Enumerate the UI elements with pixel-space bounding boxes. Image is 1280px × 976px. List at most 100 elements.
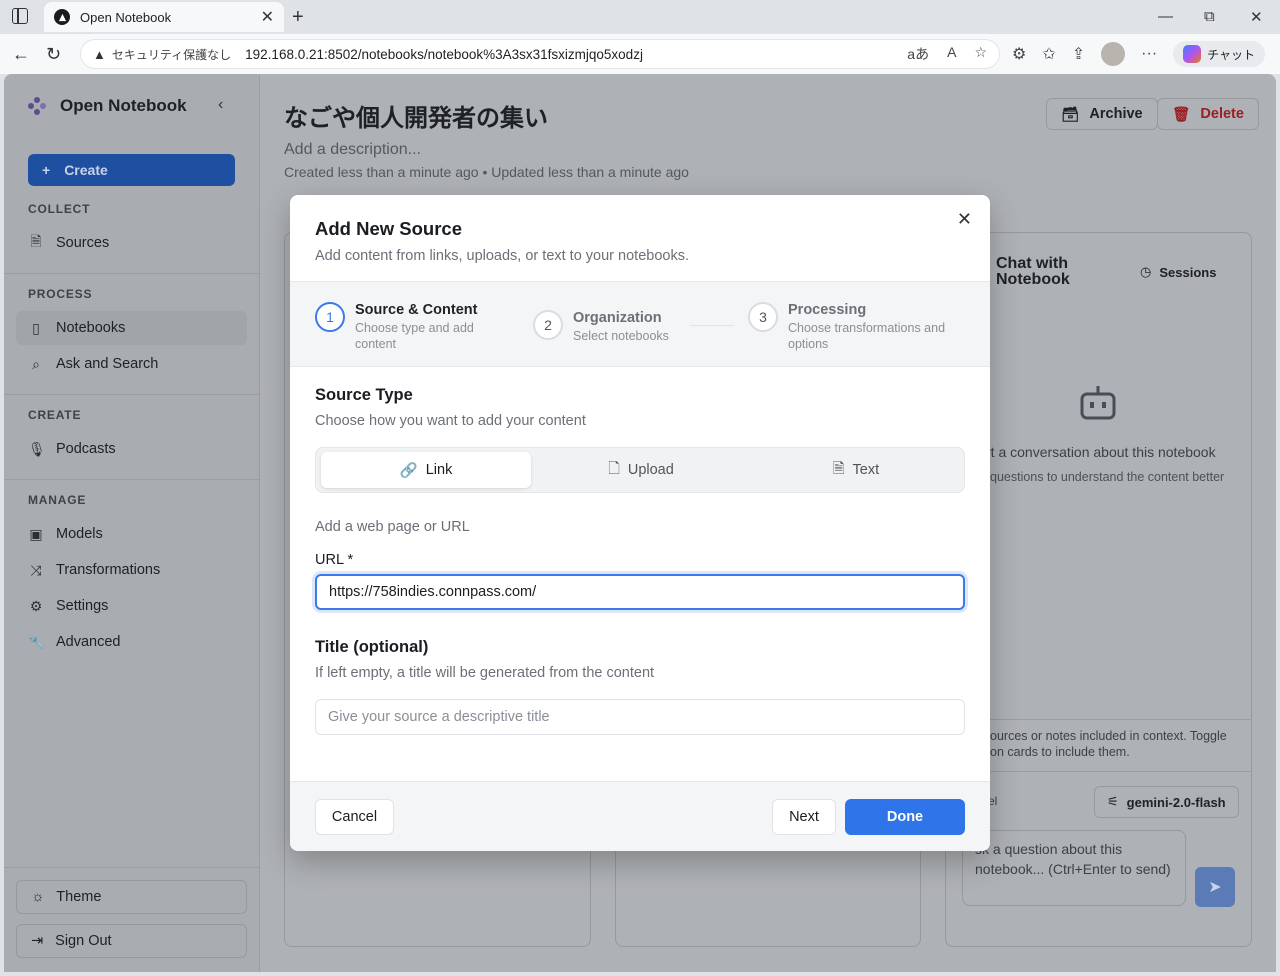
theme-label: Theme — [56, 889, 102, 905]
dialog-footer: Cancel Next Done — [290, 781, 990, 851]
brand-logo-icon — [28, 97, 46, 115]
clock-icon: ◷ — [1140, 264, 1152, 279]
step-desc: Select notebooks — [573, 329, 669, 343]
sidebar-item-notebooks[interactable]: ▯ Notebooks — [16, 311, 247, 345]
sidebar-item-advanced[interactable]: 🔧 Advanced — [16, 625, 247, 659]
tab-favicon-icon — [54, 9, 70, 25]
delete-button[interactable]: 🗑 Delete — [1157, 98, 1259, 130]
url-input[interactable] — [315, 574, 965, 610]
sliders-icon: ⚟ — [1107, 794, 1119, 809]
security-label: セキュリティ保護なし — [111, 47, 232, 62]
step-connector — [690, 325, 734, 326]
search-icon: ⌕ — [32, 355, 40, 372]
sidebar-item-settings[interactable]: ⚙ Settings — [16, 589, 247, 623]
sidebar-item-transformations[interactable]: ⤨ Transformations — [16, 553, 247, 587]
section-collect: COLLECT — [28, 202, 91, 216]
chat-input[interactable]: sk a question about this notebook... (Ct… — [962, 830, 1186, 906]
description-input[interactable]: Add a description... — [284, 141, 421, 159]
divider — [4, 479, 260, 480]
step-3: 3 Processing Choose transformations and … — [748, 302, 958, 352]
close-icon[interactable]: ✕ — [957, 209, 972, 230]
model-select-button[interactable]: ⚟ gemini-2.0-flash — [1094, 786, 1239, 818]
extensions-icon[interactable]: ⚙ — [1012, 44, 1026, 64]
minimize-icon[interactable]: — — [1158, 8, 1173, 25]
tab-upload[interactable]: 🗋 Upload — [536, 452, 746, 488]
sign-out-label: Sign Out — [55, 933, 112, 949]
sidebar-item-label: Podcasts — [56, 441, 116, 457]
sessions-button[interactable]: ◷ Sessions — [1140, 264, 1216, 280]
browser-tab[interactable]: Open Notebook ✕ — [44, 2, 284, 32]
step-1: 1 Source & Content Choose type and add c… — [315, 302, 495, 352]
translate-icon[interactable]: aあ — [907, 44, 929, 64]
tab-text[interactable]: 🗎 Text — [751, 452, 961, 488]
archive-icon: 🗃 — [1061, 106, 1080, 123]
copilot-icon — [1183, 45, 1202, 63]
chat-empty-sub: questions to understand the content bett… — [990, 470, 1225, 484]
dialog-title: Add New Source — [315, 218, 462, 239]
sidebar-item-label: Models — [56, 526, 103, 542]
browser-sidebar-icon[interactable] — [12, 8, 28, 24]
sidebar-item-models[interactable]: ▣ Models — [16, 517, 247, 551]
sign-out-button[interactable]: ⇥ Sign Out — [16, 924, 247, 958]
divider — [945, 719, 1252, 720]
stepper: 1 Source & Content Choose type and add c… — [290, 281, 990, 367]
step-number: 3 — [748, 302, 778, 332]
wrench-icon: 🔧 — [28, 633, 46, 650]
book-icon: ▯ — [32, 319, 40, 336]
theme-button[interactable]: ☼ Theme — [16, 880, 247, 914]
favorites-icon[interactable]: ✩ — [1042, 44, 1055, 64]
brand-name: Open Notebook — [60, 96, 187, 115]
omnibox[interactable]: ▲ セキュリティ保護なし 192.168.0.21:8502/notebooks… — [80, 39, 1000, 69]
step-desc: Choose type and add content — [355, 321, 474, 351]
sidebar-item-label: Notebooks — [56, 320, 126, 336]
step-2: 2 Organization Select notebooks — [533, 310, 669, 344]
context-hint: ources or notes included in context. Tog… — [990, 729, 1227, 759]
title-input[interactable] — [315, 699, 965, 735]
tab-close-icon[interactable]: ✕ — [261, 7, 274, 27]
sidebar-item-podcasts[interactable]: 🎙 Podcasts — [16, 432, 247, 466]
profile-avatar[interactable] — [1101, 42, 1126, 66]
copilot-button[interactable]: チャット — [1173, 41, 1266, 67]
bot-icon — [1080, 386, 1116, 420]
done-button[interactable]: Done — [845, 799, 965, 835]
archive-button[interactable]: 🗃 Archive — [1046, 98, 1158, 130]
plus-icon: + — [42, 162, 51, 178]
step-number: 1 — [315, 302, 345, 332]
tab-label: Text — [852, 462, 880, 478]
chat-empty-title: rt a conversation about this notebook — [986, 444, 1216, 460]
source-type-tabs: 🔗 Link 🗋 Upload 🗎 Text — [315, 447, 965, 493]
share-icon[interactable]: ⇪ — [1072, 44, 1085, 64]
cancel-button[interactable]: Cancel — [315, 799, 394, 835]
url-text[interactable]: 192.168.0.21:8502/notebooks/notebook%3A3… — [245, 47, 643, 62]
sidebar-item-label: Settings — [56, 598, 109, 614]
step-name: Source & Content — [355, 302, 478, 318]
restore-icon[interactable]: ⧉ — [1204, 8, 1215, 25]
divider — [945, 771, 1252, 772]
model-name: gemini-2.0-flash — [1126, 794, 1226, 810]
url-label: URL * — [315, 552, 354, 568]
section-create: CREATE — [28, 408, 82, 422]
send-button[interactable]: ➤ — [1195, 867, 1235, 907]
collapse-sidebar-icon[interactable]: ‹ — [218, 96, 223, 114]
back-icon[interactable]: ← — [12, 44, 30, 65]
new-tab-icon[interactable]: + — [292, 6, 304, 29]
create-button[interactable]: + Create — [28, 154, 235, 186]
next-button[interactable]: Next — [772, 799, 836, 835]
trash-icon: 🗑 — [1172, 106, 1191, 123]
sessions-label: Sessions — [1159, 264, 1217, 280]
tab-link[interactable]: 🔗 Link — [321, 452, 531, 488]
sidebar-item-sources[interactable]: 🗎 Sources — [16, 226, 247, 260]
sidebar-item-ask-search[interactable]: ⌕ Ask and Search — [16, 347, 247, 381]
create-label: Create — [64, 162, 108, 178]
read-aloud-icon[interactable]: A — [947, 44, 956, 64]
favorite-star-icon[interactable]: ☆ — [974, 44, 987, 64]
divider — [4, 394, 260, 395]
shuffle-icon: ⤨ — [30, 561, 42, 578]
window-close-icon[interactable]: ✕ — [1250, 8, 1263, 26]
step-name: Processing — [788, 302, 867, 318]
link-icon: 🔗 — [399, 462, 418, 479]
browser-tabstrip: Open Notebook ✕ + — ⧉ ✕ — [0, 0, 1280, 34]
tab-label: Link — [425, 462, 453, 478]
reload-icon[interactable]: ↻ — [46, 44, 61, 65]
more-icon[interactable]: ··· — [1141, 45, 1157, 63]
